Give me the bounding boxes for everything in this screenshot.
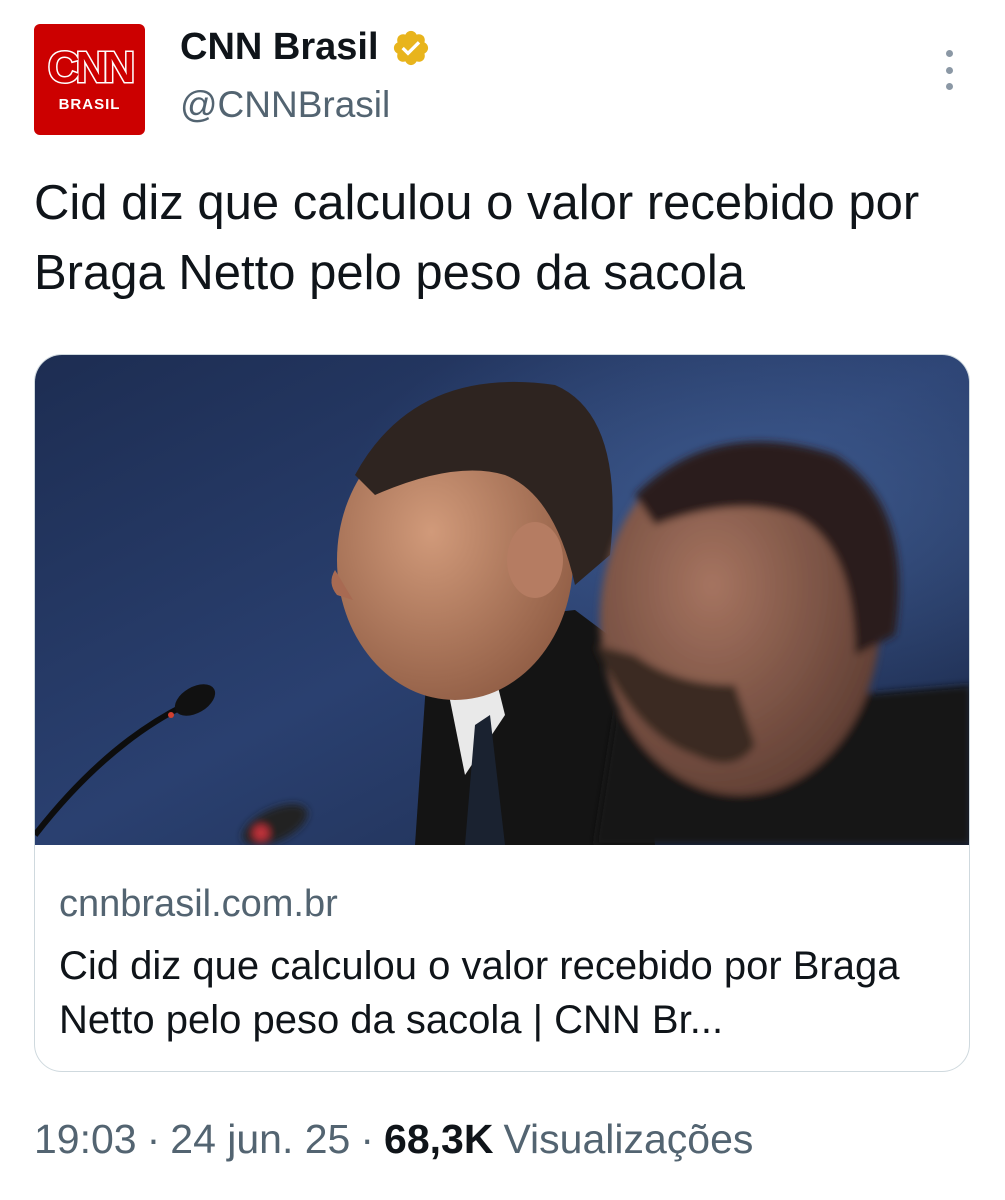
views-label[interactable]: Visualizações xyxy=(503,1116,753,1163)
more-options-icon[interactable] xyxy=(938,50,960,90)
separator: · xyxy=(146,1116,161,1162)
tweet-time[interactable]: 19:03 xyxy=(34,1116,137,1163)
article-photo xyxy=(35,355,969,845)
views-count[interactable]: 68,3K xyxy=(384,1116,493,1163)
account-handle[interactable]: @CNNBrasil xyxy=(180,84,390,126)
account-name-row: CNN Brasil xyxy=(180,26,431,69)
account-avatar[interactable]: CNN BRASIL xyxy=(34,24,145,135)
cnn-logo-subtitle: BRASIL xyxy=(58,96,121,113)
separator: · xyxy=(360,1116,375,1162)
tweet-meta: 19:03 · 24 jun. 25 · 68,3K Visualizações xyxy=(34,1116,753,1163)
display-name[interactable]: CNN Brasil xyxy=(180,26,379,69)
card-title: Cid diz que calculou o valor recebido po… xyxy=(59,944,900,1042)
tweet-date[interactable]: 24 jun. 25 xyxy=(170,1116,350,1163)
verified-badge-icon xyxy=(393,30,428,65)
link-preview-card[interactable]: cnnbrasil.com.br Cid diz que calculou o … xyxy=(34,354,970,1072)
tweet-text: Cid diz que calculou o valor recebido po… xyxy=(34,176,920,300)
more-dot xyxy=(945,66,953,74)
cnn-logo: CNN xyxy=(46,43,136,92)
more-dot xyxy=(945,83,953,90)
more-dot xyxy=(945,50,953,57)
card-domain: cnnbrasil.com.br xyxy=(59,883,338,925)
